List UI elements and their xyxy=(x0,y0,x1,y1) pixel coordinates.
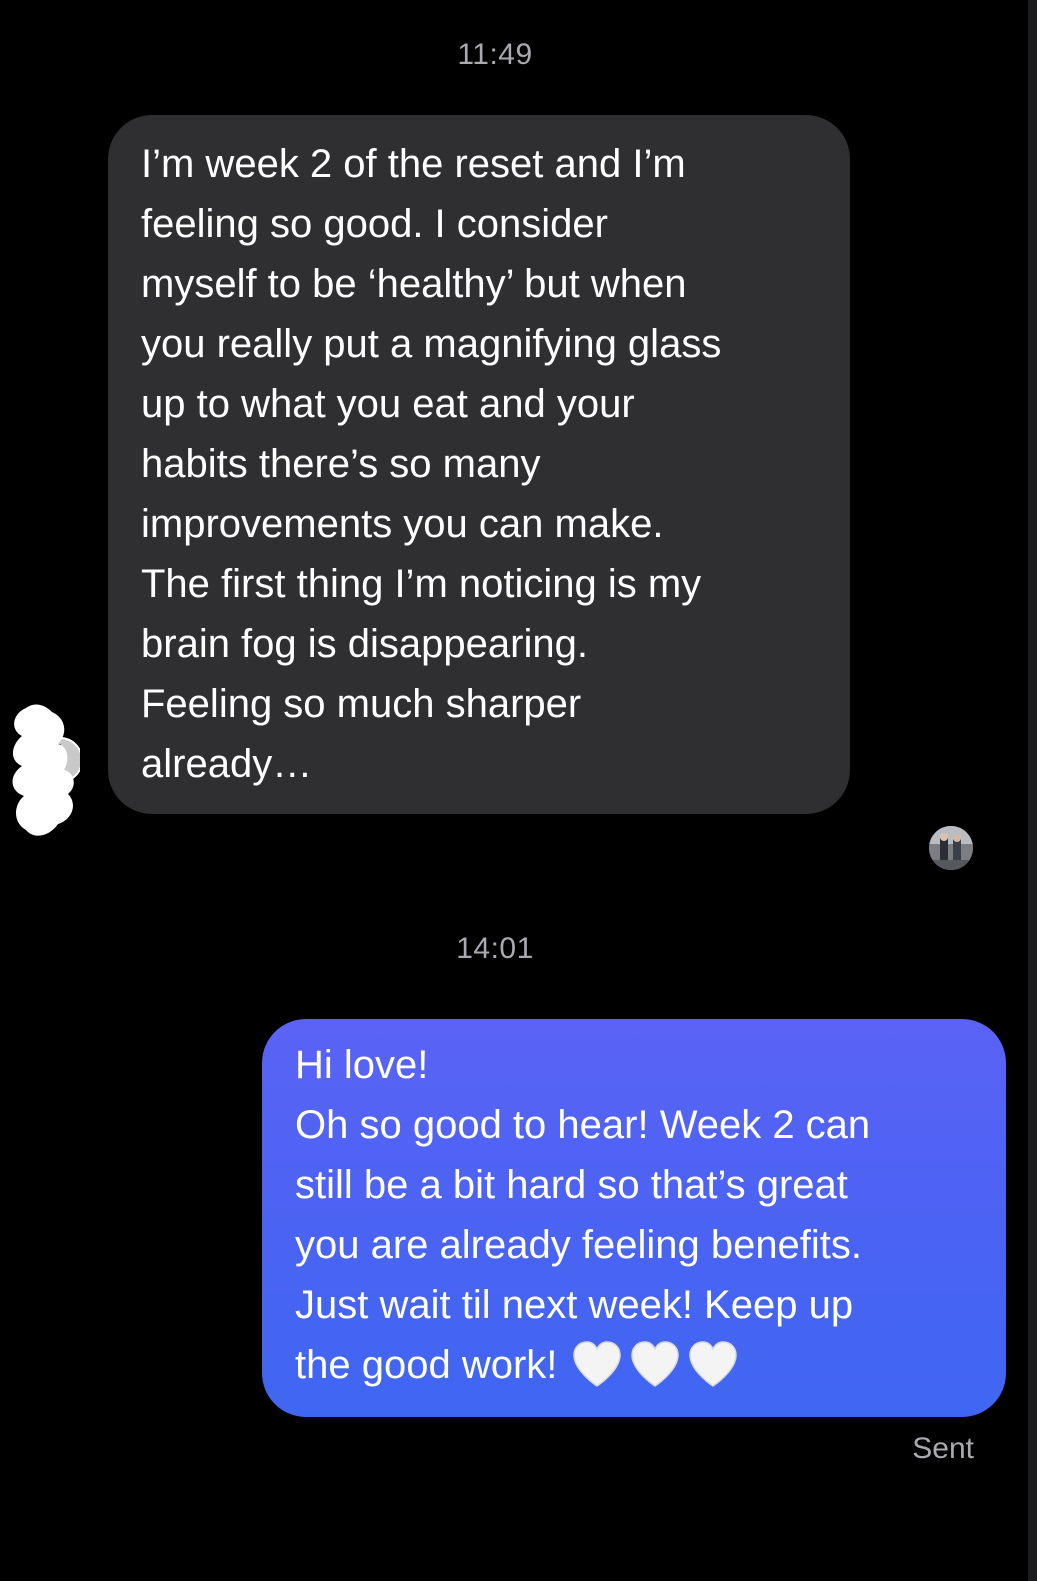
timestamp: 11:49 xyxy=(457,38,533,71)
white-heart-icon xyxy=(571,1340,623,1388)
message-line: habits there’s so many xyxy=(141,442,541,486)
message-line: Just wait til next week! Keep up xyxy=(295,1283,854,1327)
message-line: already… xyxy=(141,742,313,786)
message-line: myself to be ‘healthy’ but when xyxy=(141,262,687,306)
message-line: Oh so good to hear! Week 2 can xyxy=(295,1103,871,1147)
white-heart-icon xyxy=(629,1340,681,1388)
outgoing-message-bubble[interactable]: Hi love! Oh so good to hear! Week 2 can … xyxy=(262,1019,1006,1417)
message-line: feeling so good. I consider xyxy=(141,202,608,246)
message-line: improvements you can make. xyxy=(141,502,664,546)
scroll-edge xyxy=(1028,0,1037,1581)
message-line-text: the good work! xyxy=(295,1343,558,1387)
message-line-last: the good work! xyxy=(295,1335,976,1405)
message-line: Feeling so much sharper xyxy=(141,682,582,726)
message-line: brain fog is disappearing. xyxy=(141,622,588,666)
message-line: Hi love! xyxy=(295,1043,429,1087)
message-line: up to what you eat and your xyxy=(141,382,635,426)
message-line: still be a bit hard so that’s great xyxy=(295,1163,848,1207)
message-line: you really put a magnifying glass xyxy=(141,322,722,366)
emoji-group xyxy=(571,1340,745,1405)
message-line: you are already feeling benefits. xyxy=(295,1223,863,1267)
message-line: The first thing I’m noticing is my xyxy=(141,562,702,606)
message-line: I’m week 2 of the reset and I’m xyxy=(141,142,686,186)
incoming-message-bubble[interactable]: I’m week 2 of the reset and I’m feeling … xyxy=(108,115,850,814)
white-heart-icon xyxy=(687,1340,739,1388)
timestamp: 14:01 xyxy=(456,932,534,965)
read-receipt-avatar-icon xyxy=(929,826,973,870)
sender-avatar-icon[interactable] xyxy=(8,700,83,850)
sent-status: Sent xyxy=(912,1432,974,1465)
